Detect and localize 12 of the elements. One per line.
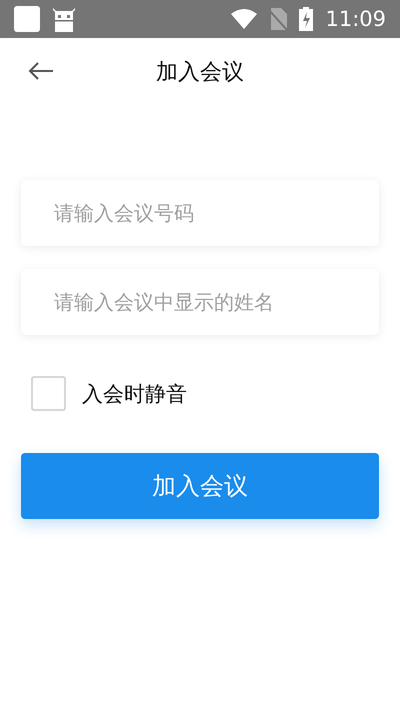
battery-charging-icon [299, 7, 314, 31]
robot-icon [52, 6, 76, 32]
input-field[interactable]: 请输入会议号码 [21, 180, 379, 246]
input-field[interactable]: 请输入会议中显示的姓名 [21, 269, 379, 335]
page-title: 加入会议 [156, 58, 244, 86]
notification-icon [14, 6, 40, 32]
join-button[interactable]: 加入会议 [21, 453, 379, 519]
clock: 11:09 [325, 7, 386, 31]
mute-checkbox[interactable] [31, 376, 66, 411]
no-sim-icon [269, 8, 288, 30]
mute-label: 入会时静音 [82, 380, 187, 408]
wifi-icon [231, 9, 258, 29]
